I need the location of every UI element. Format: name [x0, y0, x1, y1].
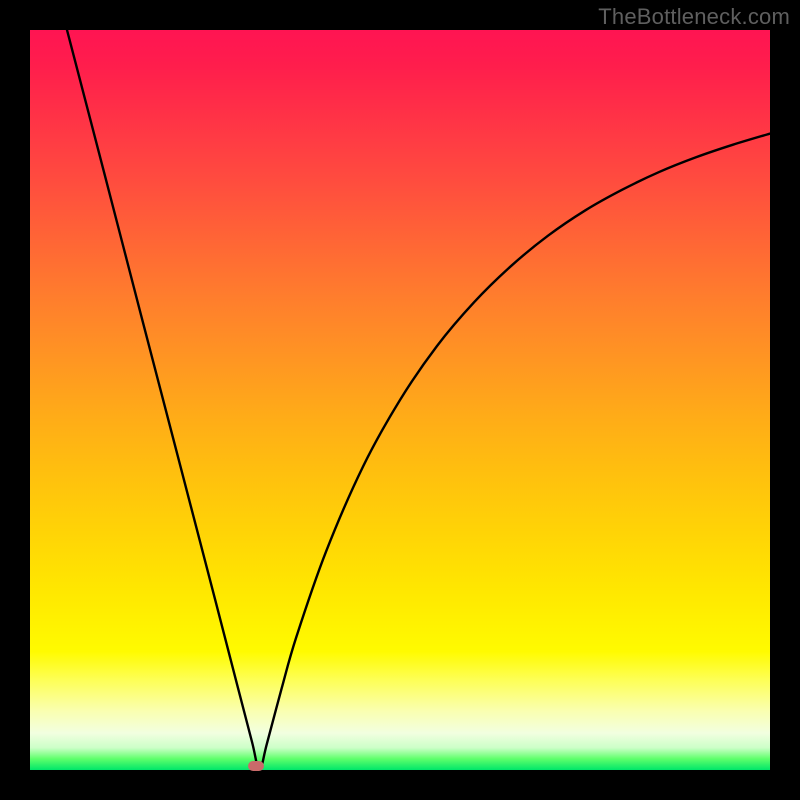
plot-area [30, 30, 770, 770]
minimum-marker [248, 761, 264, 771]
curve-layer [30, 30, 770, 770]
chart-frame: TheBottleneck.com [0, 0, 800, 800]
bottleneck-curve [67, 30, 770, 770]
watermark-text: TheBottleneck.com [598, 4, 790, 30]
